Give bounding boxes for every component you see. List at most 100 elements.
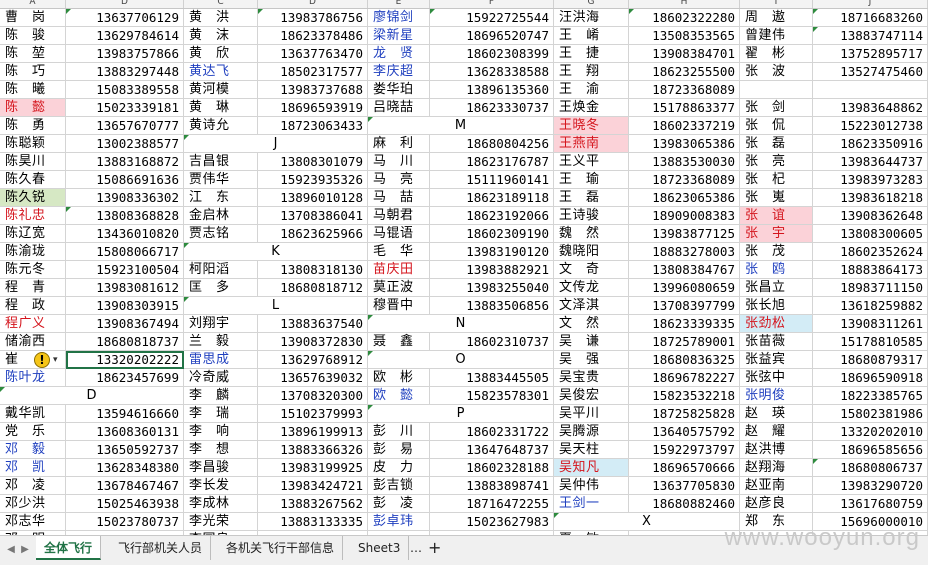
phone-cell[interactable]: 18723368089	[629, 171, 740, 189]
column-header[interactable]: F	[430, 0, 554, 8]
name-cell[interactable]: 汪洪海	[554, 9, 629, 27]
name-cell[interactable]: 廖锦剑	[368, 9, 430, 27]
phone-cell[interactable]: 13508353565	[629, 27, 740, 45]
phone-cell[interactable]: 15802381986	[813, 405, 928, 423]
add-sheet-button[interactable]: +	[424, 536, 445, 560]
phone-cell[interactable]: 13708397799	[629, 297, 740, 315]
phone-cell[interactable]: 13883898741	[430, 477, 554, 495]
name-cell[interactable]: 吴宝贵	[554, 369, 629, 387]
phone-cell[interactable]: 18623065386	[629, 189, 740, 207]
phone-cell[interactable]: 13640575792	[629, 423, 740, 441]
phone-cell[interactable]: 13908362648	[813, 207, 928, 225]
phone-cell[interactable]: 13908311261	[813, 315, 928, 333]
phone-cell[interactable]: 13908336302	[66, 189, 184, 207]
phone-cell[interactable]: 13708320300	[258, 387, 368, 405]
name-cell[interactable]: 张明俊	[740, 387, 813, 405]
name-cell[interactable]: 彭吉锁	[368, 477, 430, 495]
name-cell[interactable]: 王燕南	[554, 135, 629, 153]
name-cell[interactable]: 翟 彬	[740, 45, 813, 63]
phone-cell[interactable]: 18725789001	[629, 333, 740, 351]
phone-cell[interactable]: 18680882460	[629, 495, 740, 513]
phone-cell[interactable]: 13436010820	[66, 225, 184, 243]
name-cell[interactable]: 李成林	[184, 495, 258, 513]
phone-cell[interactable]: 13883445505	[430, 369, 554, 387]
section-letter-cell[interactable]: X	[554, 513, 740, 531]
phone-cell[interactable]: 13657639032	[258, 369, 368, 387]
phone-cell[interactable]: 18696585656	[813, 441, 928, 459]
name-cell[interactable]: 吕晓喆	[368, 99, 430, 117]
phone-cell[interactable]: 18983711150	[813, 279, 928, 297]
phone-cell[interactable]: 15823532218	[629, 387, 740, 405]
name-cell[interactable]: 陈聪颖	[0, 135, 66, 153]
name-cell[interactable]: 张 杞	[740, 171, 813, 189]
phone-cell[interactable]: 18680818712	[258, 279, 368, 297]
phone-cell[interactable]: 18696590918	[813, 369, 928, 387]
name-cell[interactable]: 陈 勇	[0, 117, 66, 135]
name-cell[interactable]: 李 麟	[184, 387, 258, 405]
name-cell[interactable]: 李昌骏	[184, 459, 258, 477]
phone-cell[interactable]: 18602322280	[629, 9, 740, 27]
name-cell[interactable]: 曹 岗	[0, 9, 66, 27]
phone-cell[interactable]: 18723368089	[629, 81, 740, 99]
name-cell[interactable]: 文 奇	[554, 261, 629, 279]
name-cell[interactable]: 李 想	[184, 441, 258, 459]
phone-cell[interactable]: 13983618218	[813, 189, 928, 207]
name-cell[interactable]: 王 捷	[554, 45, 629, 63]
phone-cell[interactable]: 18696593919	[258, 99, 368, 117]
name-cell[interactable]: 欧 懿	[368, 387, 430, 405]
phone-cell[interactable]: 18602352624	[813, 243, 928, 261]
tab-agency-cadre-info[interactable]: 各机关飞行干部信息	[218, 536, 344, 560]
name-cell[interactable]: 吴天柱	[554, 441, 629, 459]
name-cell[interactable]: 欧 彬	[368, 369, 430, 387]
name-cell[interactable]: 吴平川	[554, 405, 629, 423]
phone-cell[interactable]: 18680879317	[813, 351, 928, 369]
name-cell[interactable]: 张 茂	[740, 243, 813, 261]
name-cell[interactable]: 陈 骏	[0, 27, 66, 45]
phone-cell[interactable]	[813, 81, 928, 99]
phone-cell[interactable]: 15111960141	[430, 171, 554, 189]
phone-cell[interactable]: 18909008383	[629, 207, 740, 225]
name-cell[interactable]: 马朝君	[368, 207, 430, 225]
name-cell[interactable]: 苗庆田	[368, 261, 430, 279]
name-cell[interactable]: 吴俊宏	[554, 387, 629, 405]
phone-cell[interactable]: 15808066717	[66, 243, 184, 261]
phone-cell[interactable]: 15922973797	[629, 441, 740, 459]
phone-cell[interactable]: 13883267562	[258, 495, 368, 513]
phone-cell[interactable]: 18723063433	[258, 117, 368, 135]
phone-cell[interactable]: 18602308399	[430, 45, 554, 63]
phone-cell[interactable]: 18696782227	[629, 369, 740, 387]
phone-cell[interactable]: 13637763470	[258, 45, 368, 63]
phone-cell[interactable]: 13983190120	[430, 243, 554, 261]
tab-all-flight[interactable]: 全体飞行	[36, 536, 102, 560]
name-cell[interactable]: 张弦中	[740, 369, 813, 387]
name-cell[interactable]: 聂 鑫	[368, 333, 430, 351]
phone-cell[interactable]: 18602328188	[430, 459, 554, 477]
column-header[interactable]: C	[184, 0, 258, 8]
name-cell[interactable]: 邓 毅	[0, 441, 66, 459]
phone-cell[interactable]: 15023339181	[66, 99, 184, 117]
phone-cell[interactable]: 15083389558	[66, 81, 184, 99]
name-cell[interactable]: 王 磊	[554, 189, 629, 207]
phone-cell[interactable]: 18680806737	[813, 459, 928, 477]
tab-scroll-left-icon[interactable]: ◀	[4, 542, 18, 558]
phone-cell[interactable]: 13678467467	[66, 477, 184, 495]
phone-cell[interactable]: 13618259882	[813, 297, 928, 315]
name-cell[interactable]: 李 响	[184, 423, 258, 441]
name-cell[interactable]: 张长旭	[740, 297, 813, 315]
name-cell[interactable]: 李长发	[184, 477, 258, 495]
phone-cell[interactable]: 13983255040	[430, 279, 554, 297]
name-cell[interactable]: 彭卓玮	[368, 513, 430, 531]
phone-cell[interactable]: 18623176787	[430, 153, 554, 171]
more-tabs-icon[interactable]: …	[406, 536, 426, 560]
phone-cell[interactable]: 15923100504	[66, 261, 184, 279]
name-cell[interactable]: 李庆超	[368, 63, 430, 81]
phone-cell[interactable]: 18223385765	[813, 387, 928, 405]
phone-cell[interactable]: 18602310737	[430, 333, 554, 351]
name-cell[interactable]: 党 乐	[0, 423, 66, 441]
phone-cell[interactable]: 18680818737	[66, 333, 184, 351]
name-cell[interactable]: 匡 多	[184, 279, 258, 297]
phone-cell[interactable]: 13808300605	[813, 225, 928, 243]
column-header[interactable]: D	[66, 0, 184, 8]
phone-cell[interactable]: 18623192066	[430, 207, 554, 225]
name-cell[interactable]: 黄河模	[184, 81, 258, 99]
